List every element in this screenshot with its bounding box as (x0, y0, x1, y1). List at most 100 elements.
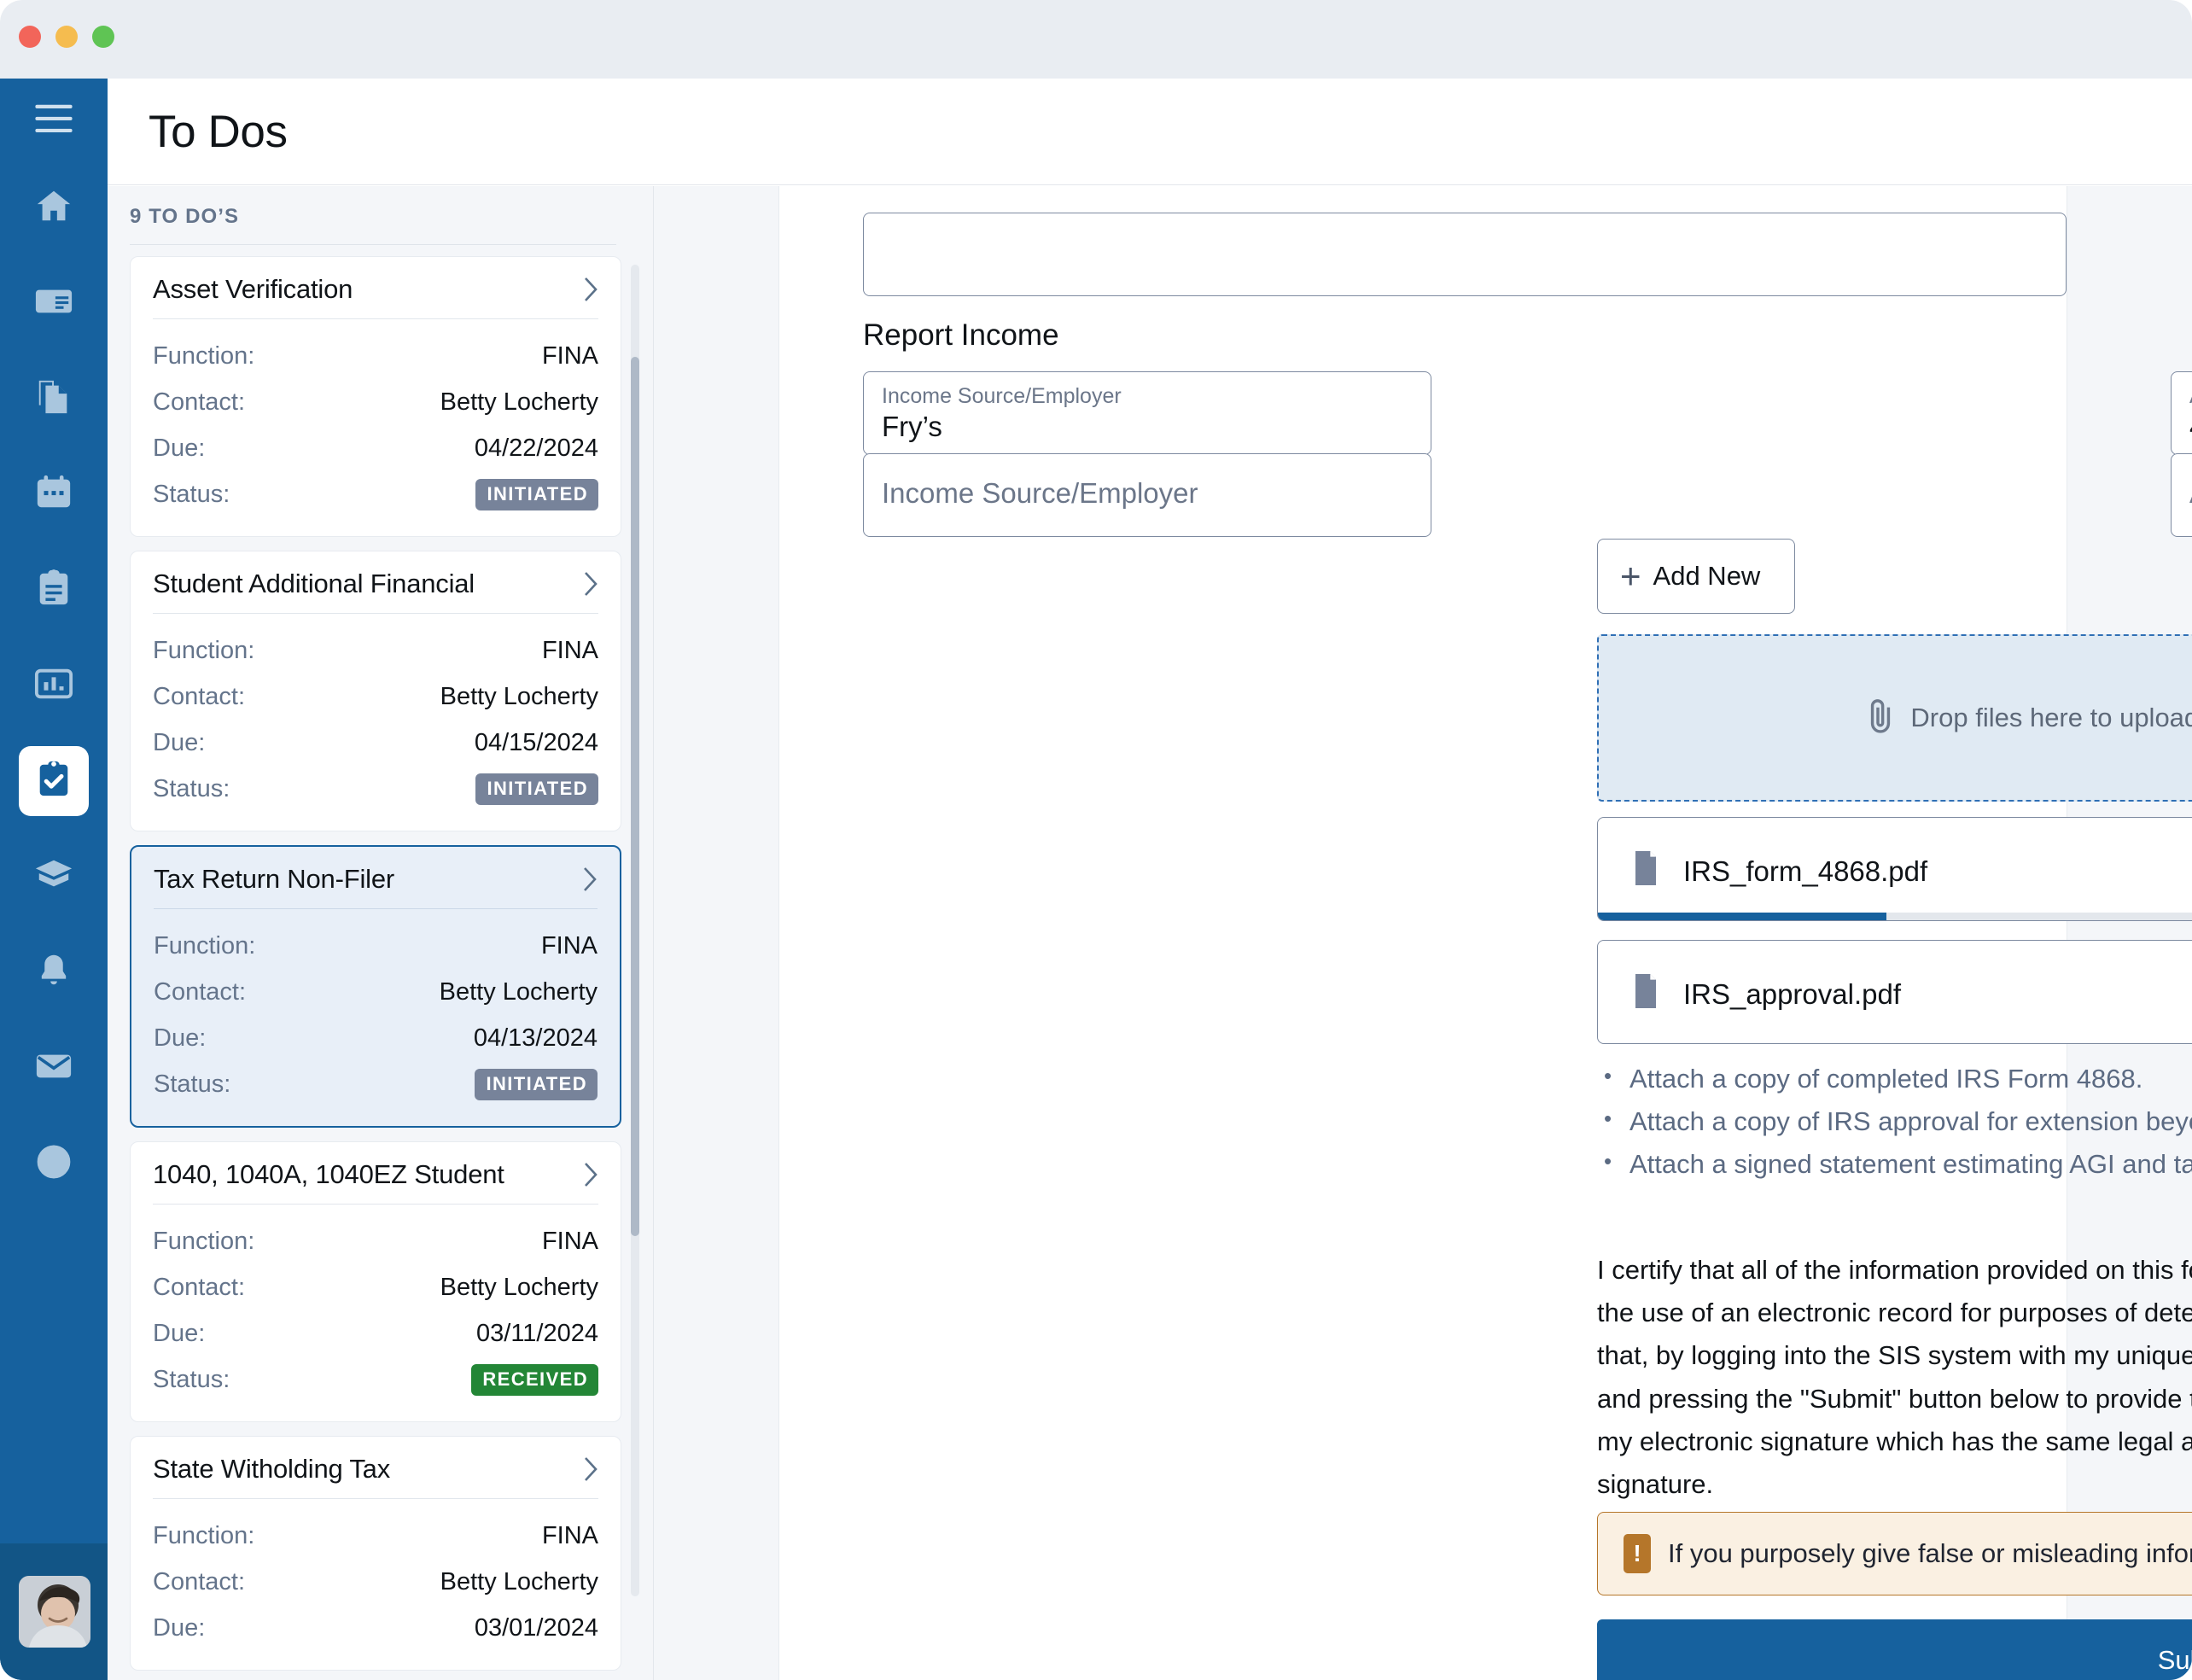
clipboard-check-icon (34, 760, 73, 803)
close-window-button[interactable] (19, 26, 41, 48)
sidebar-item-profile[interactable] (19, 268, 89, 338)
calendar-icon (34, 473, 73, 516)
todo-field-contact: Contact: Betty Locherty (153, 1559, 598, 1605)
todo-field-value: Betty Locherty (440, 1273, 598, 1301)
page-title: To Dos (149, 107, 288, 157)
window-titlebar (0, 0, 2192, 79)
todo-card-header[interactable]: Asset Verification (153, 274, 598, 318)
chevron-right-icon[interactable] (583, 866, 598, 892)
todo-field-due: Due: 03/01/2024 (153, 1605, 598, 1651)
sidebar-item-reports[interactable] (19, 650, 89, 720)
dropzone-content: Drop files here to upload or Upload from… (1599, 636, 2192, 800)
todo-scroll-area[interactable]: Asset Verification Function: FINA Contact: B… (108, 256, 653, 1680)
income-source-input-1[interactable]: Income Source/Employer Fry’s (863, 371, 1431, 455)
form-panel: Report Income Income Source/Employer Fry… (654, 186, 2192, 1680)
chevron-right-icon[interactable] (584, 277, 598, 302)
sidebar-item-academics[interactable] (19, 842, 89, 912)
todo-count-label: 9 TO DO’S (130, 205, 240, 228)
plus-icon: + (1620, 556, 1641, 597)
todo-field-value: 03/11/2024 (476, 1319, 598, 1347)
scrollbar-thumb[interactable] (631, 357, 639, 1236)
documents-icon (34, 377, 73, 421)
todo-field-label: Contact: (153, 1273, 245, 1301)
upload-progress-track-1 (1598, 913, 2192, 920)
todo-field-label: Status: (153, 480, 230, 508)
chevron-right-icon[interactable] (584, 571, 598, 597)
todo-card[interactable]: Tax Return Non-Filer Function: FINA Contact… (130, 845, 621, 1128)
bar-chart-icon (34, 664, 73, 708)
globe-icon (34, 1142, 73, 1186)
instruction-item: Attach a copy of IRS approval for extens… (1597, 1100, 2192, 1143)
file-dropzone[interactable]: Drop files here to upload or Upload from… (1597, 634, 2192, 802)
todo-card-header[interactable]: Tax Return Non-Filer (154, 864, 598, 908)
todo-card[interactable]: State Witholding Tax Function: FINA Contact… (130, 1436, 621, 1671)
amount-earned-input-2[interactable]: Amount Earned (2171, 453, 2192, 537)
todo-field-due: Due: 04/15/2024 (153, 720, 598, 766)
todo-card-header[interactable]: Student Additional Financial (153, 569, 598, 613)
sidebar-item-notifications[interactable] (19, 937, 89, 1007)
uploaded-file-row-1[interactable]: IRS_form_4868.pdf (1597, 817, 2192, 921)
todo-field-due: Due: 04/13/2024 (154, 1015, 598, 1061)
dropzone-text-static: Drop files here to upload or (1910, 703, 2192, 732)
income-source-input-2[interactable]: Income Source/Employer (863, 453, 1431, 537)
add-new-income-button[interactable]: + Add New (1597, 539, 1795, 614)
chevron-right-icon[interactable] (584, 1162, 598, 1187)
status-badge: INITIATED (475, 773, 598, 805)
maximize-window-button[interactable] (92, 26, 114, 48)
sidebar-item-home[interactable] (19, 172, 89, 242)
todo-field-label: Function: (153, 636, 255, 664)
todo-card[interactable]: Student Additional Financial Function: FIN… (130, 551, 621, 831)
todo-field-status: Status: INITIATED (153, 766, 598, 812)
todo-card[interactable]: 1040, 1040A, 1040EZ Student Function: FINA… (130, 1141, 621, 1422)
todo-field-function: Function: FINA (153, 333, 598, 379)
todo-field-label: Function: (153, 341, 255, 370)
avatar[interactable] (19, 1576, 90, 1648)
todo-field-value: 03/01/2024 (474, 1613, 598, 1642)
envelope-icon (34, 1047, 73, 1090)
sidebar-item-todos[interactable] (19, 746, 89, 816)
amount-earned-input-1[interactable]: Amount Earned 450 (2171, 371, 2192, 455)
todo-field-label: Due: (153, 434, 206, 462)
report-income-heading: Report Income (863, 318, 1059, 352)
todo-field-label: Function: (153, 1227, 255, 1255)
uploaded-file-row-2[interactable]: IRS_approval.pdf (1597, 940, 2192, 1044)
previous-field-partial[interactable] (863, 213, 2067, 296)
home-icon (34, 186, 73, 230)
todo-card-header[interactable]: 1040, 1040A, 1040EZ Student (153, 1159, 598, 1204)
todo-field-label: Contact: (153, 682, 245, 710)
chevron-right-icon[interactable] (584, 1456, 598, 1482)
status-badge: INITIATED (475, 1068, 598, 1100)
dropzone-text: Drop files here to upload or Upload from… (1910, 703, 2192, 733)
status-badge: INITIATED (475, 478, 598, 510)
todo-field-function: Function: FINA (154, 923, 598, 969)
sidebar-item-calendar[interactable] (19, 459, 89, 529)
minimize-window-button[interactable] (55, 26, 78, 48)
todo-field-label: Contact: (153, 388, 245, 416)
sidebar-item-messages[interactable] (19, 1033, 89, 1103)
todo-field-label: Status: (153, 1365, 230, 1393)
form-card: Report Income Income Source/Employer Fry… (778, 186, 2192, 1680)
divider (130, 244, 616, 245)
todo-field-label: Contact: (153, 1567, 245, 1595)
todo-field-label: Due: (153, 1319, 206, 1347)
todo-field-value: Betty Locherty (440, 682, 598, 710)
todo-field-contact: Contact: Betty Locherty (153, 379, 598, 425)
todo-field-value: FINA (540, 931, 598, 960)
menu-toggle-button[interactable] (19, 85, 89, 155)
submit-button[interactable]: Submit (1597, 1619, 2192, 1680)
todo-card-header[interactable]: State Witholding Tax (153, 1454, 598, 1498)
id-card-icon (34, 282, 73, 325)
todo-field-value: FINA (541, 341, 598, 370)
todo-field-function: Function: FINA (153, 1513, 598, 1559)
sidebar-item-documents[interactable] (19, 364, 89, 434)
todo-field-status: Status: INITIATED (153, 471, 598, 517)
todo-field-status: Status: RECEIVED (153, 1356, 598, 1403)
sidebar-item-forms[interactable] (19, 555, 89, 625)
todo-card[interactable]: Asset Verification Function: FINA Contact: B… (130, 256, 621, 537)
status-badge: RECEIVED (471, 1363, 598, 1396)
sidebar-item-language[interactable] (19, 1129, 89, 1199)
todo-field-value: 04/15/2024 (474, 728, 598, 756)
app-window: To Dos 9 TO DO’S Asset Verification Funct… (0, 0, 2192, 1680)
todo-field-label: Status: (154, 1070, 231, 1098)
todo-card-title: Tax Return Non-Filer (154, 864, 394, 894)
